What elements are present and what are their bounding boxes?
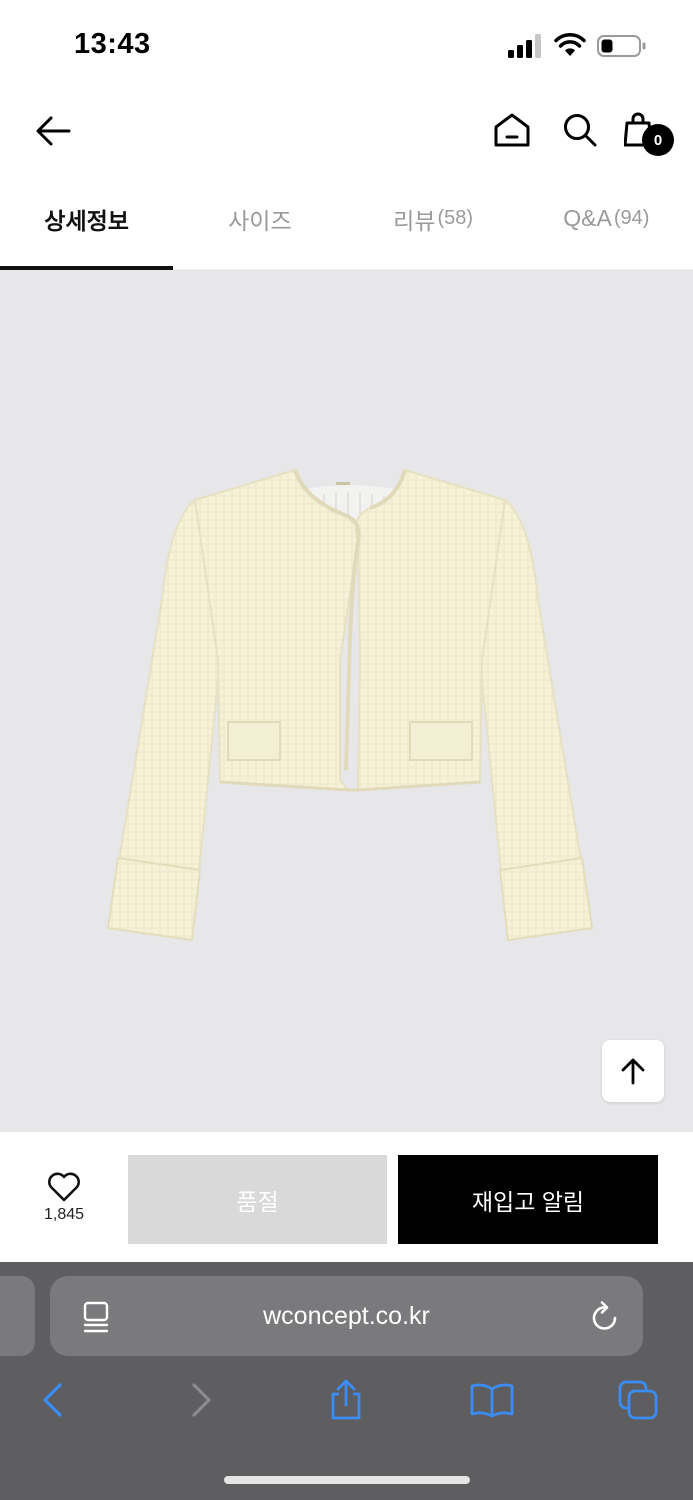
address-bar[interactable]: wconcept.co.kr (50, 1276, 643, 1356)
search-button[interactable] (556, 106, 604, 154)
home-indicator (224, 1476, 470, 1484)
detail-tabs: 상세정보 사이즈 리뷰 (58) Q&A (94) (0, 172, 693, 270)
tab-detail-info[interactable]: 상세정보 (0, 172, 174, 270)
wifi-icon (554, 33, 586, 56)
like-button[interactable]: 1,845 (26, 1172, 102, 1232)
bookmarks-button[interactable] (468, 1376, 516, 1424)
tab-qna[interactable]: Q&A (94) (520, 172, 693, 269)
tabs-icon (618, 1380, 658, 1420)
tab-label: 상세정보 (44, 207, 129, 234)
top-nav: 0 (0, 92, 693, 172)
cellular-signal-icon (508, 34, 541, 58)
back-button[interactable] (30, 108, 76, 154)
home-button[interactable] (488, 106, 536, 154)
soldout-button: 품절 (128, 1155, 387, 1244)
reload-icon[interactable] (590, 1300, 620, 1332)
tab-size[interactable]: 사이즈 (173, 172, 346, 269)
cart-button[interactable]: 0 (618, 106, 678, 162)
tab-reviews[interactable]: 리뷰 (58) (347, 172, 520, 269)
share-button[interactable] (322, 1376, 370, 1424)
browser-forward-button[interactable] (178, 1376, 226, 1424)
home-icon (494, 113, 530, 147)
jacket-image (106, 468, 594, 942)
tab-label: 사이즈 (228, 207, 292, 234)
search-icon (564, 114, 597, 147)
share-icon (331, 1379, 361, 1420)
tab-count: (94) (613, 207, 650, 229)
product-image (0, 270, 693, 1132)
url-text: wconcept.co.kr (263, 1302, 430, 1330)
purchase-action-bar: 1,845 품절 재입고 알림 (0, 1132, 693, 1262)
tab-label: Q&A (563, 205, 612, 231)
arrow-left-icon (36, 116, 71, 146)
tabs-button[interactable] (614, 1376, 662, 1424)
previous-tab-preview[interactable] (0, 1276, 35, 1356)
cart-count-badge: 0 (642, 124, 674, 156)
heart-icon (48, 1172, 80, 1202)
status-time: 13:43 (74, 28, 151, 60)
scroll-to-top-button[interactable] (602, 1040, 664, 1102)
chevron-left-icon (43, 1383, 62, 1417)
arrow-up-icon (621, 1058, 645, 1085)
chevron-right-icon (192, 1383, 211, 1417)
browser-toolbar: wconcept.co.kr (0, 1262, 693, 1500)
like-count: 1,845 (43, 1206, 85, 1223)
tab-label: 리뷰 (393, 207, 436, 234)
battery-icon (597, 35, 646, 57)
browser-back-button[interactable] (28, 1376, 76, 1424)
restock-alert-button[interactable]: 재입고 알림 (398, 1155, 658, 1244)
book-icon (470, 1383, 514, 1418)
tab-count: (58) (437, 207, 474, 229)
status-bar: 13:43 (0, 0, 693, 92)
